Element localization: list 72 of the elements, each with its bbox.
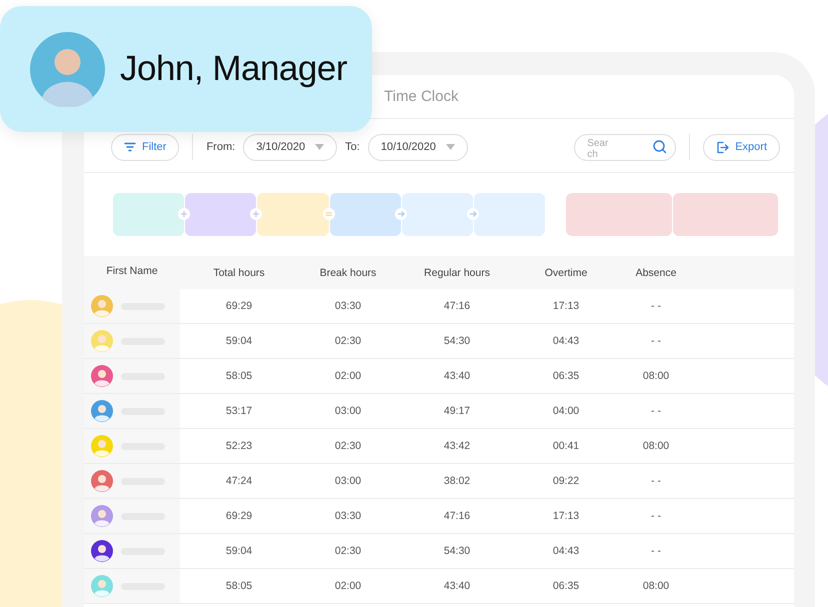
table-cell-text: 09:22 [552, 475, 580, 487]
from-label: From: [206, 141, 236, 153]
search-input[interactable]: Search [587, 138, 614, 162]
table-cell-text: 43:42 [442, 440, 472, 452]
from-date-dropdown[interactable]: 3/10/2020 [243, 134, 338, 160]
window-title: Time Clock [384, 88, 458, 105]
caret-icon [446, 144, 455, 150]
table-cell-text: 06:35 [552, 370, 580, 382]
table-cell-text: 58:05 [224, 370, 254, 382]
table-cell-text: - - [650, 545, 662, 557]
column-header: Total hours [212, 266, 266, 278]
table-cell-text: 52:23 [224, 440, 254, 452]
table-cell-text: - - [650, 510, 662, 522]
equals-icon [322, 208, 335, 220]
table-cell-text: 02:30 [334, 545, 362, 557]
table-cell-text: 38:02 [442, 475, 472, 487]
table-cell-text: 04:00 [552, 405, 580, 417]
filter-button[interactable]: Filter [111, 134, 180, 160]
table-cell-text: 00:41 [552, 440, 580, 452]
table-cell-text: 17:13 [552, 300, 580, 312]
table-cell-text: 08:00 [642, 370, 670, 382]
table-cell-text: 02:30 [334, 335, 362, 347]
profile-name: John, Manager [120, 49, 347, 89]
table-cell-text: 53:17 [224, 405, 254, 417]
plus-icon [178, 208, 190, 220]
table-cell-text: 47:16 [442, 510, 472, 522]
table-cell-text: 54:30 [442, 545, 472, 557]
table-cell-text: 02:00 [334, 580, 362, 592]
table-cell-text: 43:40 [442, 580, 472, 592]
column-header: First Name [105, 264, 159, 276]
table-cell-text: 02:00 [334, 370, 362, 382]
table-cell-text: 06:35 [552, 580, 580, 592]
table-cell-text: 69:29 [224, 510, 254, 522]
table-cell-text: 03:30 [334, 300, 362, 312]
column-header: Regular hours [423, 266, 491, 278]
table-cell-text: - - [650, 475, 662, 487]
table-cell-text: 03:00 [334, 475, 362, 487]
table-cell-text: - - [650, 335, 662, 347]
table-cell-text: 49:17 [442, 405, 472, 417]
table-cell-text: 69:29 [224, 300, 254, 312]
table-cell-text: 43:40 [442, 370, 472, 382]
table-cell-text: 17:13 [552, 510, 580, 522]
arrow-icon [394, 208, 407, 220]
table-cell-text: 08:00 [642, 580, 670, 592]
table-cell-text: - - [650, 405, 662, 417]
table-cell-text: - - [650, 300, 662, 312]
table-cell-text: 02:30 [334, 440, 362, 452]
to-date-dropdown[interactable]: 10/10/2020 [368, 134, 468, 160]
table-cell-text: 59:04 [224, 335, 254, 347]
table-cell-text: 04:43 [552, 335, 580, 347]
table-cell-text: 47:16 [442, 300, 472, 312]
table-cell-text: 54:30 [442, 335, 472, 347]
table-cell-text: 47:24 [224, 475, 254, 487]
search-box[interactable]: Search [574, 134, 676, 160]
arrow-icon [466, 208, 479, 220]
plus-icon [250, 208, 262, 220]
avatar-icon [30, 32, 105, 106]
table-cell-text: 03:00 [334, 405, 362, 417]
export-button[interactable]: Export [703, 134, 780, 160]
column-header: Break hours [318, 266, 378, 278]
column-header: Overtime [544, 266, 588, 278]
caret-icon [315, 144, 324, 150]
table-cell-text: 58:05 [224, 580, 254, 592]
table-cell-text: 03:30 [334, 510, 362, 522]
table-cell-text: 04:43 [552, 545, 580, 557]
export-icon [716, 140, 730, 154]
column-header: Absence [634, 266, 678, 278]
table-cell-text: 08:00 [642, 440, 670, 452]
filter-icon [124, 142, 136, 152]
to-label: To: [345, 141, 360, 153]
search-icon [653, 140, 668, 154]
table-cell-text: 59:04 [224, 545, 254, 557]
